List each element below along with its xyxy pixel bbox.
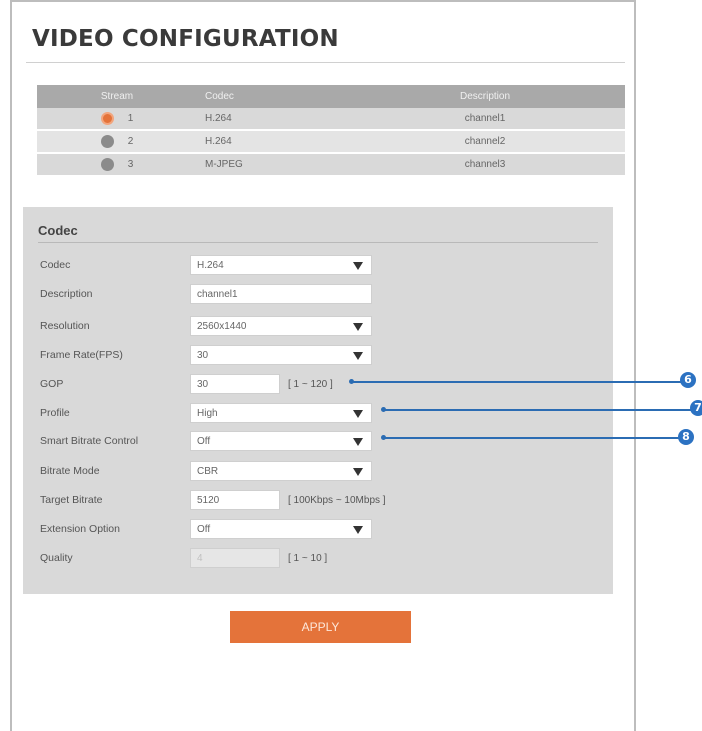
field-label: Smart Bitrate Control (40, 435, 139, 447)
header-codec: Codec (205, 91, 234, 102)
bitrate-mode-row: Bitrate Mode CBR (23, 460, 613, 482)
codec-select[interactable]: H.264 (190, 255, 372, 275)
target-bitrate-row: Target Bitrate 5120 [ 100Kbps ~ 10Mbps ] (23, 489, 613, 511)
stream-table: Stream Codec Description 1 H.264 channel… (37, 85, 625, 177)
select-value: Off (197, 436, 211, 447)
title-divider (26, 62, 625, 63)
field-label: GOP (40, 378, 64, 390)
extension-option-row: Extension Option Off (23, 518, 613, 540)
dropdown-arrow-icon (353, 468, 363, 476)
field-label: Description (40, 288, 93, 300)
select-value: 30 (197, 350, 209, 361)
select-value: Off (197, 524, 211, 535)
field-label: Profile (40, 407, 70, 419)
resolution-select[interactable]: 2560x1440 (190, 316, 372, 336)
description-row: Description channel1 (23, 283, 613, 305)
dropdown-arrow-icon (353, 262, 363, 270)
field-label: Bitrate Mode (40, 465, 100, 477)
gop-range: [ 1 ~ 120 ] (288, 379, 333, 390)
field-label: Extension Option (40, 523, 120, 535)
smart-bitrate-row: Smart Bitrate Control Off (23, 430, 613, 452)
gop-row: GOP 30 [ 1 ~ 120 ] (23, 373, 613, 395)
select-value: High (197, 408, 218, 419)
header-description: Description (459, 91, 511, 102)
callout-line (383, 409, 692, 411)
section-title: Codec (38, 223, 78, 238)
target-bitrate-range: [ 100Kbps ~ 10Mbps ] (288, 495, 386, 506)
stream-number: 1 (127, 113, 134, 124)
quality-row: Quality 4 [ 1 ~ 10 ] (23, 547, 613, 569)
stream-table-header: Stream Codec Description (37, 85, 625, 108)
codec-row: Codec H.264 (23, 254, 613, 276)
description-cell: channel3 (464, 159, 506, 170)
quality-range: [ 1 ~ 10 ] (288, 553, 328, 564)
stream-cell: 1 (37, 108, 197, 129)
stream-cell: 2 (37, 131, 197, 152)
target-bitrate-input[interactable]: 5120 (190, 490, 280, 510)
table-row[interactable]: 1 H.264 channel1 (37, 108, 625, 131)
section-divider (38, 242, 598, 243)
resolution-row: Resolution 2560x1440 (23, 315, 613, 337)
field-label: Frame Rate(FPS) (40, 349, 123, 361)
codec-cell: H.264 (205, 113, 232, 124)
stream-number: 2 (127, 136, 134, 147)
stream-cell: 3 (37, 154, 197, 175)
bitrate-mode-select[interactable]: CBR (190, 461, 372, 481)
profile-select[interactable]: High (190, 403, 372, 423)
callout-badge-7: 7 (690, 400, 702, 416)
stream-number: 3 (127, 159, 134, 170)
table-row[interactable]: 2 H.264 channel2 (37, 131, 625, 154)
apply-button[interactable]: APPLY (230, 611, 411, 643)
callout-badge-8: 8 (678, 429, 694, 445)
profile-row: Profile High (23, 402, 613, 424)
extension-option-select[interactable]: Off (190, 519, 372, 539)
field-label: Resolution (40, 320, 90, 332)
smart-bitrate-select[interactable]: Off (190, 431, 372, 451)
frame-rate-select[interactable]: 30 (190, 345, 372, 365)
select-value: CBR (197, 466, 219, 477)
dropdown-arrow-icon (353, 323, 363, 331)
codec-settings-box: Codec Codec H.264 Description channel1 R… (23, 207, 613, 594)
frame-rate-row: Frame Rate(FPS) 30 (23, 344, 613, 366)
quality-input: 4 (190, 548, 280, 568)
header-stream: Stream (100, 91, 134, 102)
callout-badge-6: 6 (680, 372, 696, 388)
dropdown-arrow-icon (353, 352, 363, 360)
page-title: VIDEO CONFIGURATION (32, 26, 339, 52)
field-label: Target Bitrate (40, 494, 103, 506)
stream-radio-selected[interactable] (100, 112, 114, 125)
dropdown-arrow-icon (353, 410, 363, 418)
callout-line (383, 437, 680, 439)
callout-line (351, 381, 682, 383)
description-cell: channel2 (464, 136, 506, 147)
description-cell: channel1 (464, 113, 506, 124)
dropdown-arrow-icon (353, 526, 363, 534)
select-value: H.264 (197, 260, 224, 271)
description-input[interactable]: channel1 (190, 284, 372, 304)
field-label: Codec (40, 259, 71, 271)
field-label: Quality (40, 552, 73, 564)
stream-radio[interactable] (100, 158, 114, 171)
select-value: 2560x1440 (197, 321, 247, 332)
gop-input[interactable]: 30 (190, 374, 280, 394)
dropdown-arrow-icon (353, 438, 363, 446)
codec-cell: M-JPEG (205, 159, 243, 170)
codec-cell: H.264 (205, 136, 232, 147)
stream-radio[interactable] (100, 135, 114, 148)
table-row[interactable]: 3 M-JPEG channel3 (37, 154, 625, 177)
